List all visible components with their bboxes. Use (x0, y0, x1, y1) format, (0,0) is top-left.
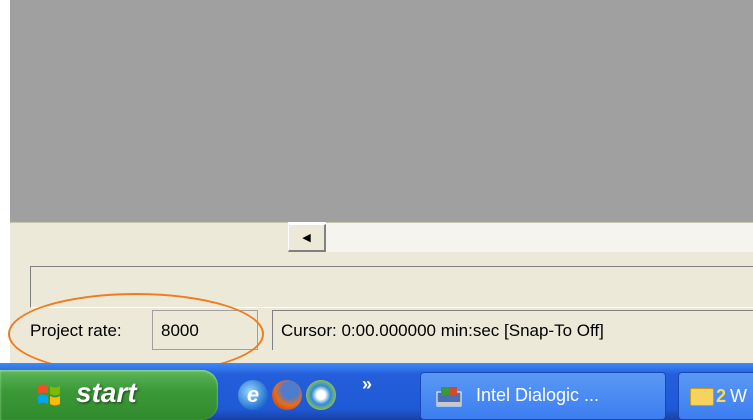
windows-logo-icon (38, 384, 60, 406)
firefox-icon[interactable] (272, 380, 302, 410)
dialogic-app-icon (436, 387, 462, 407)
taskbar-group-count: 2 (716, 386, 727, 406)
window-edge (0, 0, 10, 350)
left-arrow-icon: ◀ (302, 232, 311, 244)
media-player-icon[interactable] (306, 380, 336, 410)
quick-launch-overflow-chevron[interactable]: » (362, 374, 372, 395)
horizontal-scrollbar-track[interactable] (326, 222, 753, 252)
taskbar-item-label: Intel Dialogic ... (476, 385, 600, 405)
taskbar-item-label: W (730, 386, 747, 406)
internet-explorer-icon[interactable]: e (238, 380, 268, 410)
ie-glyph: e (246, 382, 260, 407)
scrollbar-left-panel (10, 222, 288, 252)
track-area[interactable] (10, 0, 753, 222)
start-label: start (76, 377, 137, 408)
folder-icon (690, 388, 714, 406)
cursor-status: Cursor: 0:00.000000 min:sec [Snap-To Off… (272, 310, 753, 350)
scroll-left-button[interactable]: ◀ (288, 224, 326, 252)
